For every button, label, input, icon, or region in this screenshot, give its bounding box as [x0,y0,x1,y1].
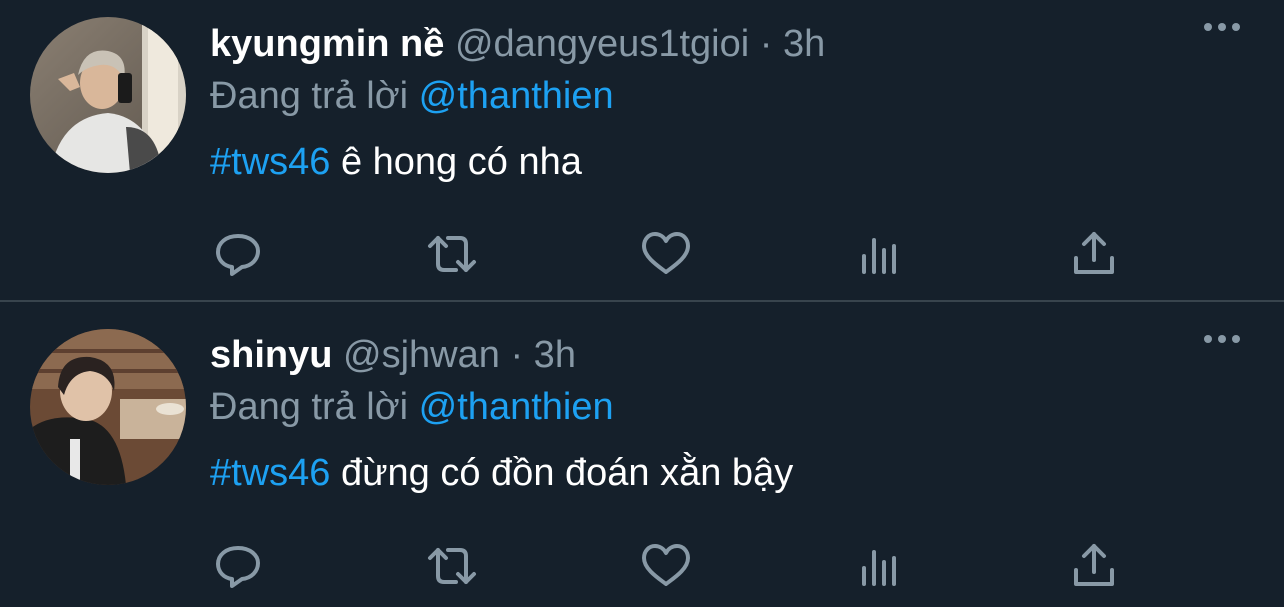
display-name[interactable]: shinyu [210,334,332,376]
mention-link[interactable]: @thanthien [419,386,614,428]
replying-to: Đang trả lời @thanthien [210,70,1284,122]
share-icon[interactable] [1066,538,1122,594]
analytics-icon[interactable] [852,226,908,282]
heart-icon[interactable] [638,538,694,594]
handle[interactable]: @dangyeus1tgioi [455,23,749,65]
mention-link[interactable]: @thanthien [419,75,614,117]
more-horizontal-icon[interactable] [1202,324,1242,354]
tweet-actions [210,538,1130,594]
avatar[interactable] [30,17,186,173]
avatar[interactable] [30,329,186,485]
avatar-photo [30,329,186,485]
replying-to: Đang trả lời @thanthien [210,381,1284,433]
tweet[interactable]: shinyu @sjhwan · 3h Đang trả lời @thanth… [0,302,1284,607]
reply-icon[interactable] [210,538,266,594]
analytics-icon[interactable] [852,538,908,594]
replying-prefix: Đang trả lời [210,75,409,117]
heart-icon[interactable] [638,226,694,282]
avatar-photo [30,17,186,173]
display-name[interactable]: kyungmin nề [210,23,444,65]
tweet-header: kyungmin nề @dangyeus1tgioi · 3h [210,18,1284,70]
tweet-header: shinyu @sjhwan · 3h [210,329,1284,381]
tweet-text: #tws46 ê hong có nha [210,136,1284,188]
tweet-text: #tws46 đừng có đồn đoán xằn bậy [210,447,1284,499]
retweet-icon[interactable] [424,538,480,594]
timestamp[interactable]: · 3h [510,334,575,376]
hashtag-link[interactable]: #tws46 [210,452,330,494]
share-icon[interactable] [1066,226,1122,282]
hashtag-link[interactable]: #tws46 [210,141,330,183]
timestamp[interactable]: · 3h [760,23,825,65]
reply-icon[interactable] [210,226,266,282]
tweet[interactable]: kyungmin nề @dangyeus1tgioi · 3h Đang tr… [0,0,1284,300]
retweet-icon[interactable] [424,226,480,282]
tweet-actions [210,226,1130,282]
tweet-body: ê hong có nha [330,141,582,183]
more-horizontal-icon[interactable] [1202,12,1242,42]
tweet-body: đừng có đồn đoán xằn bậy [330,452,794,494]
handle[interactable]: @sjhwan [343,334,500,376]
replying-prefix: Đang trả lời [210,386,409,428]
